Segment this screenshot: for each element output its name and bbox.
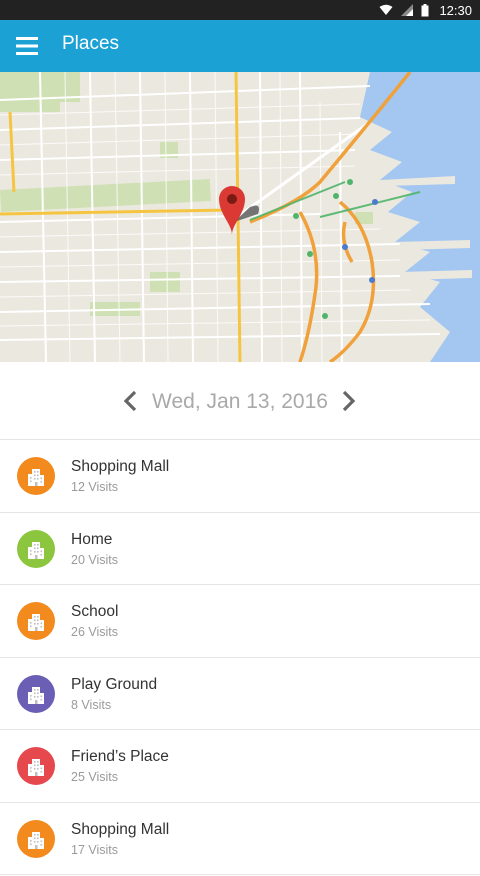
- map-view[interactable]: [0, 72, 480, 362]
- places-list: Shopping Mall 12 Visits Home 20 Visits S…: [0, 440, 480, 875]
- cell-signal-icon: [401, 4, 414, 16]
- date-navigator: Wed, Jan 13, 2016: [0, 362, 480, 440]
- place-visit-count: 20 Visits: [71, 552, 119, 567]
- next-date-button[interactable]: [336, 388, 362, 414]
- place-visit-count: 17 Visits: [71, 842, 119, 857]
- chevron-right-icon: [336, 390, 362, 418]
- menu-button[interactable]: [10, 28, 46, 64]
- place-avatar: [17, 747, 55, 785]
- map-pin-icon[interactable]: [217, 184, 247, 236]
- battery-icon: [421, 3, 429, 17]
- place-visit-count: 26 Visits: [71, 625, 119, 639]
- place-avatar: [17, 457, 55, 495]
- list-item[interactable]: School 26 Visits: [0, 585, 480, 658]
- place-name: Shopping Mall: [71, 458, 170, 475]
- place-avatar: [17, 819, 55, 858]
- place-name: School: [71, 603, 119, 620]
- place-visit-count: 25 Visits: [71, 770, 119, 784]
- list-item[interactable]: Shopping Mall 17 Visits: [0, 802, 480, 875]
- list-item[interactable]: Shopping Mall 12 Visits: [0, 440, 480, 513]
- place-avatar: [17, 674, 55, 713]
- place-name: Play Ground: [71, 675, 158, 693]
- list-item[interactable]: Friend’s Place 25 Visits: [0, 730, 480, 803]
- list-item[interactable]: Home 20 Visits: [0, 512, 480, 585]
- status-icons: 12:30: [379, 2, 472, 18]
- place-visit-count: 8 Visits: [71, 697, 112, 712]
- status-bar: 12:30: [0, 0, 480, 20]
- place-name: Shopping Mall: [71, 820, 170, 838]
- place-avatar: [17, 529, 55, 568]
- previous-date-button[interactable]: [118, 388, 144, 414]
- app-bar: Places: [0, 20, 480, 72]
- list-item[interactable]: Play Ground 8 Visits: [0, 657, 480, 730]
- chevron-left-icon: [118, 390, 144, 418]
- place-name: Friend’s Place: [71, 748, 169, 765]
- place-avatar: [17, 602, 55, 640]
- place-name: Home: [71, 530, 113, 548]
- wifi-icon: [379, 4, 393, 16]
- status-time: 12:30: [439, 2, 472, 18]
- page-title: Places: [62, 33, 120, 54]
- place-visit-count: 12 Visits: [71, 480, 119, 494]
- current-date: Wed, Jan 13, 2016: [152, 390, 328, 413]
